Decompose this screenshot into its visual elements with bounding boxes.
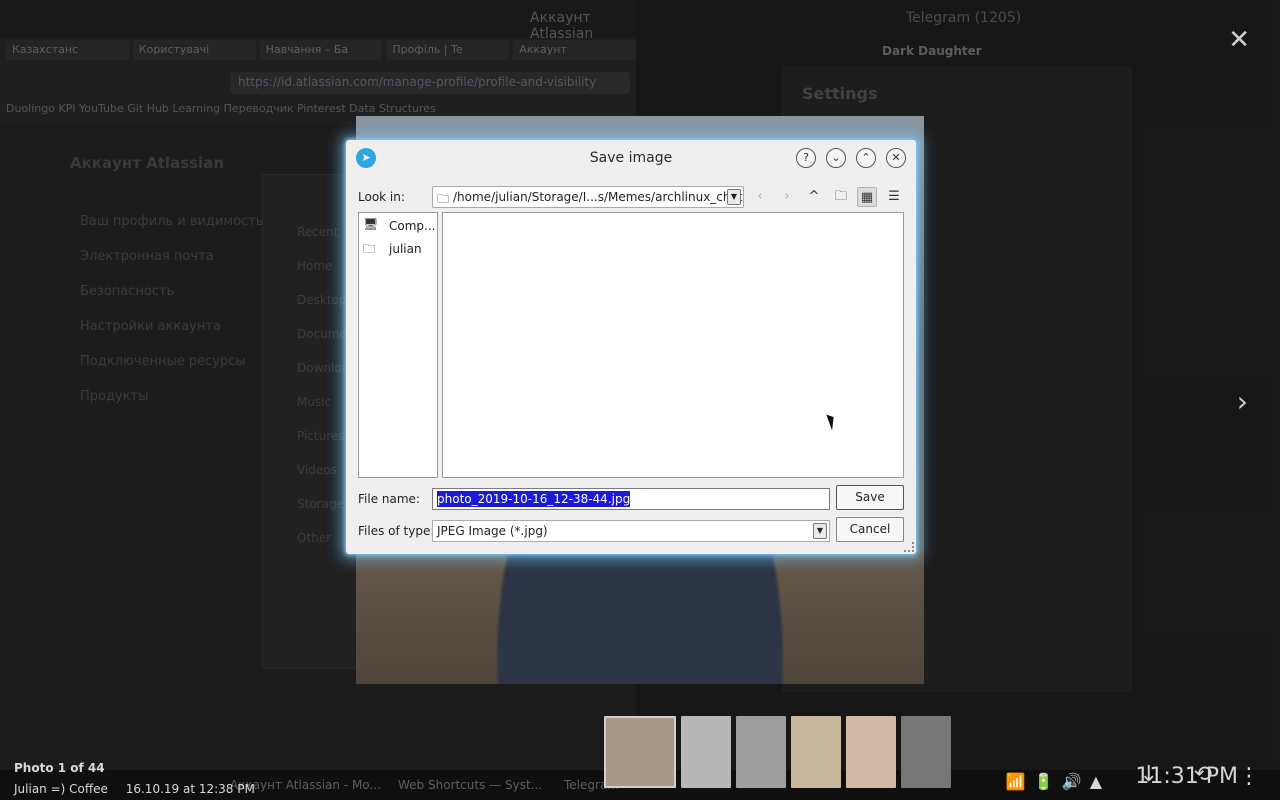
thumbnail[interactable] bbox=[791, 716, 841, 788]
sidebar-item-computer[interactable]: 🖥 Comp... bbox=[363, 217, 437, 237]
browser-tab[interactable]: Аккаунт bbox=[513, 40, 636, 60]
tray-icons[interactable]: 📶🔋🔊▲ bbox=[1006, 772, 1110, 791]
account-menu-item[interactable]: Продукты bbox=[80, 379, 264, 414]
dialog-titlebar[interactable]: ➤ Save image ? ⌄ ⌃ ✕ bbox=[346, 140, 916, 176]
cancel-button[interactable]: Cancel bbox=[836, 517, 904, 542]
forward-icon[interactable]: › bbox=[777, 187, 797, 207]
file-type-combo[interactable]: JPEG Image (*.jpg) ▼ bbox=[432, 520, 830, 542]
bookmarks-bar[interactable]: Duolingo KPI YouTube Git Hub Learning Пе… bbox=[6, 102, 436, 115]
taskbar-task[interactable]: Web Shortcuts — Syst... bbox=[398, 778, 542, 792]
thumbnail-strip bbox=[604, 716, 951, 788]
file-name-value: photo_2019-10-16_12-38-44.jpg bbox=[437, 491, 631, 507]
browser-address-bar[interactable]: https://id.atlassian.com/manage-profile/… bbox=[230, 72, 630, 94]
photo-info: Photo 1 of 44 Julian =) Coffee 16.10.19 … bbox=[14, 758, 255, 800]
close-icon[interactable]: ✕ bbox=[886, 148, 906, 168]
browser-titlebar: Аккаунт Atlassian bbox=[0, 0, 636, 42]
look-in-path: /home/julian/Storage/I...s/Memes/archlin… bbox=[453, 190, 743, 204]
telegram-window-title: Telegram (1205) bbox=[906, 10, 1022, 26]
photo-counter: Photo 1 of 44 bbox=[14, 761, 105, 775]
thumbnail[interactable] bbox=[604, 716, 676, 788]
chevron-right-icon[interactable]: › bbox=[1237, 385, 1248, 418]
file-name-input[interactable]: photo_2019-10-16_12-38-44.jpg bbox=[432, 488, 830, 510]
browser-window-title: Аккаунт Atlassian bbox=[530, 10, 594, 42]
browser-tab[interactable]: Казахстанс bbox=[6, 40, 129, 60]
sidebar-item-julian[interactable]: 🗀 julian bbox=[363, 240, 437, 260]
look-in-combo[interactable]: 🗀 /home/julian/Storage/I...s/Memes/archl… bbox=[432, 186, 744, 208]
account-menu-item[interactable]: Настройки аккаунта bbox=[80, 309, 264, 344]
thumbnail[interactable] bbox=[736, 716, 786, 788]
save-button[interactable]: Save bbox=[836, 485, 904, 510]
settings-title: Settings bbox=[802, 84, 878, 103]
back-icon[interactable]: ‹ bbox=[750, 187, 770, 207]
folder-icon: 🗀 bbox=[437, 192, 450, 206]
new-folder-icon[interactable]: 🗀 bbox=[831, 187, 851, 207]
places-sidebar: 🖥 Comp... 🗀 julian bbox=[358, 212, 438, 478]
account-menu-item[interactable]: Безопасность bbox=[80, 274, 264, 309]
thumbnail[interactable] bbox=[681, 716, 731, 788]
computer-icon: 🖥 bbox=[363, 217, 379, 231]
file-type-value: JPEG Image (*.jpg) bbox=[437, 524, 548, 538]
taskbar-clock: 11:31 PM bbox=[1135, 764, 1238, 789]
minimize-icon[interactable]: ⌄ bbox=[826, 148, 846, 168]
more-icon[interactable]: ⋮ bbox=[1238, 764, 1260, 789]
thumbnail[interactable] bbox=[901, 716, 951, 788]
sidebar-item-label: Comp... bbox=[389, 219, 436, 233]
sidebar-item-label: julian bbox=[389, 242, 422, 256]
account-menu-item[interactable]: Подключенные ресурсы bbox=[80, 344, 264, 379]
browser-tab-strip: Казахстанс Користувачі Навчання – Ба Про… bbox=[0, 40, 636, 62]
account-menu: Ваш профиль и видимость Электронная почт… bbox=[80, 204, 264, 414]
photo-author[interactable]: Julian =) Coffee bbox=[14, 782, 108, 796]
account-menu-item[interactable]: Электронная почта bbox=[80, 239, 264, 274]
telegram-chat-name: Dark Daughter bbox=[882, 44, 982, 58]
help-icon[interactable]: ? bbox=[796, 148, 816, 168]
browser-tab[interactable]: Навчання – Ба bbox=[259, 40, 383, 60]
photo-date: 16.10.19 at 12:38 PM bbox=[125, 782, 255, 796]
file-type-label: Files of type: bbox=[358, 524, 435, 538]
page-heading: Аккаунт Atlassian bbox=[70, 154, 224, 172]
file-name-label: File name: bbox=[358, 492, 420, 506]
folder-icon: 🗀 bbox=[363, 242, 376, 256]
list-view-icon[interactable]: ▦ bbox=[857, 187, 877, 207]
account-menu-item[interactable]: Ваш профиль и видимость bbox=[80, 204, 264, 239]
mouse-cursor bbox=[826, 412, 838, 431]
thumbnail[interactable] bbox=[846, 716, 896, 788]
detail-view-icon[interactable]: ☰ bbox=[884, 187, 904, 207]
save-image-dialog: ➤ Save image ? ⌄ ⌃ ✕ Look in: 🗀 /home/ju… bbox=[346, 140, 916, 554]
chevron-down-icon[interactable]: ▼ bbox=[813, 523, 827, 539]
parent-folder-icon[interactable]: ^ bbox=[804, 187, 824, 207]
file-list[interactable] bbox=[442, 212, 904, 478]
maximize-icon[interactable]: ⌃ bbox=[856, 148, 876, 168]
resize-grip[interactable] bbox=[904, 542, 914, 552]
look-in-label: Look in: bbox=[358, 190, 405, 204]
browser-tab[interactable]: Профіль | Te bbox=[386, 40, 510, 60]
browser-tab[interactable]: Користувачі bbox=[132, 40, 256, 60]
close-icon[interactable]: ✕ bbox=[1228, 27, 1250, 53]
chevron-down-icon[interactable]: ▼ bbox=[727, 189, 741, 205]
